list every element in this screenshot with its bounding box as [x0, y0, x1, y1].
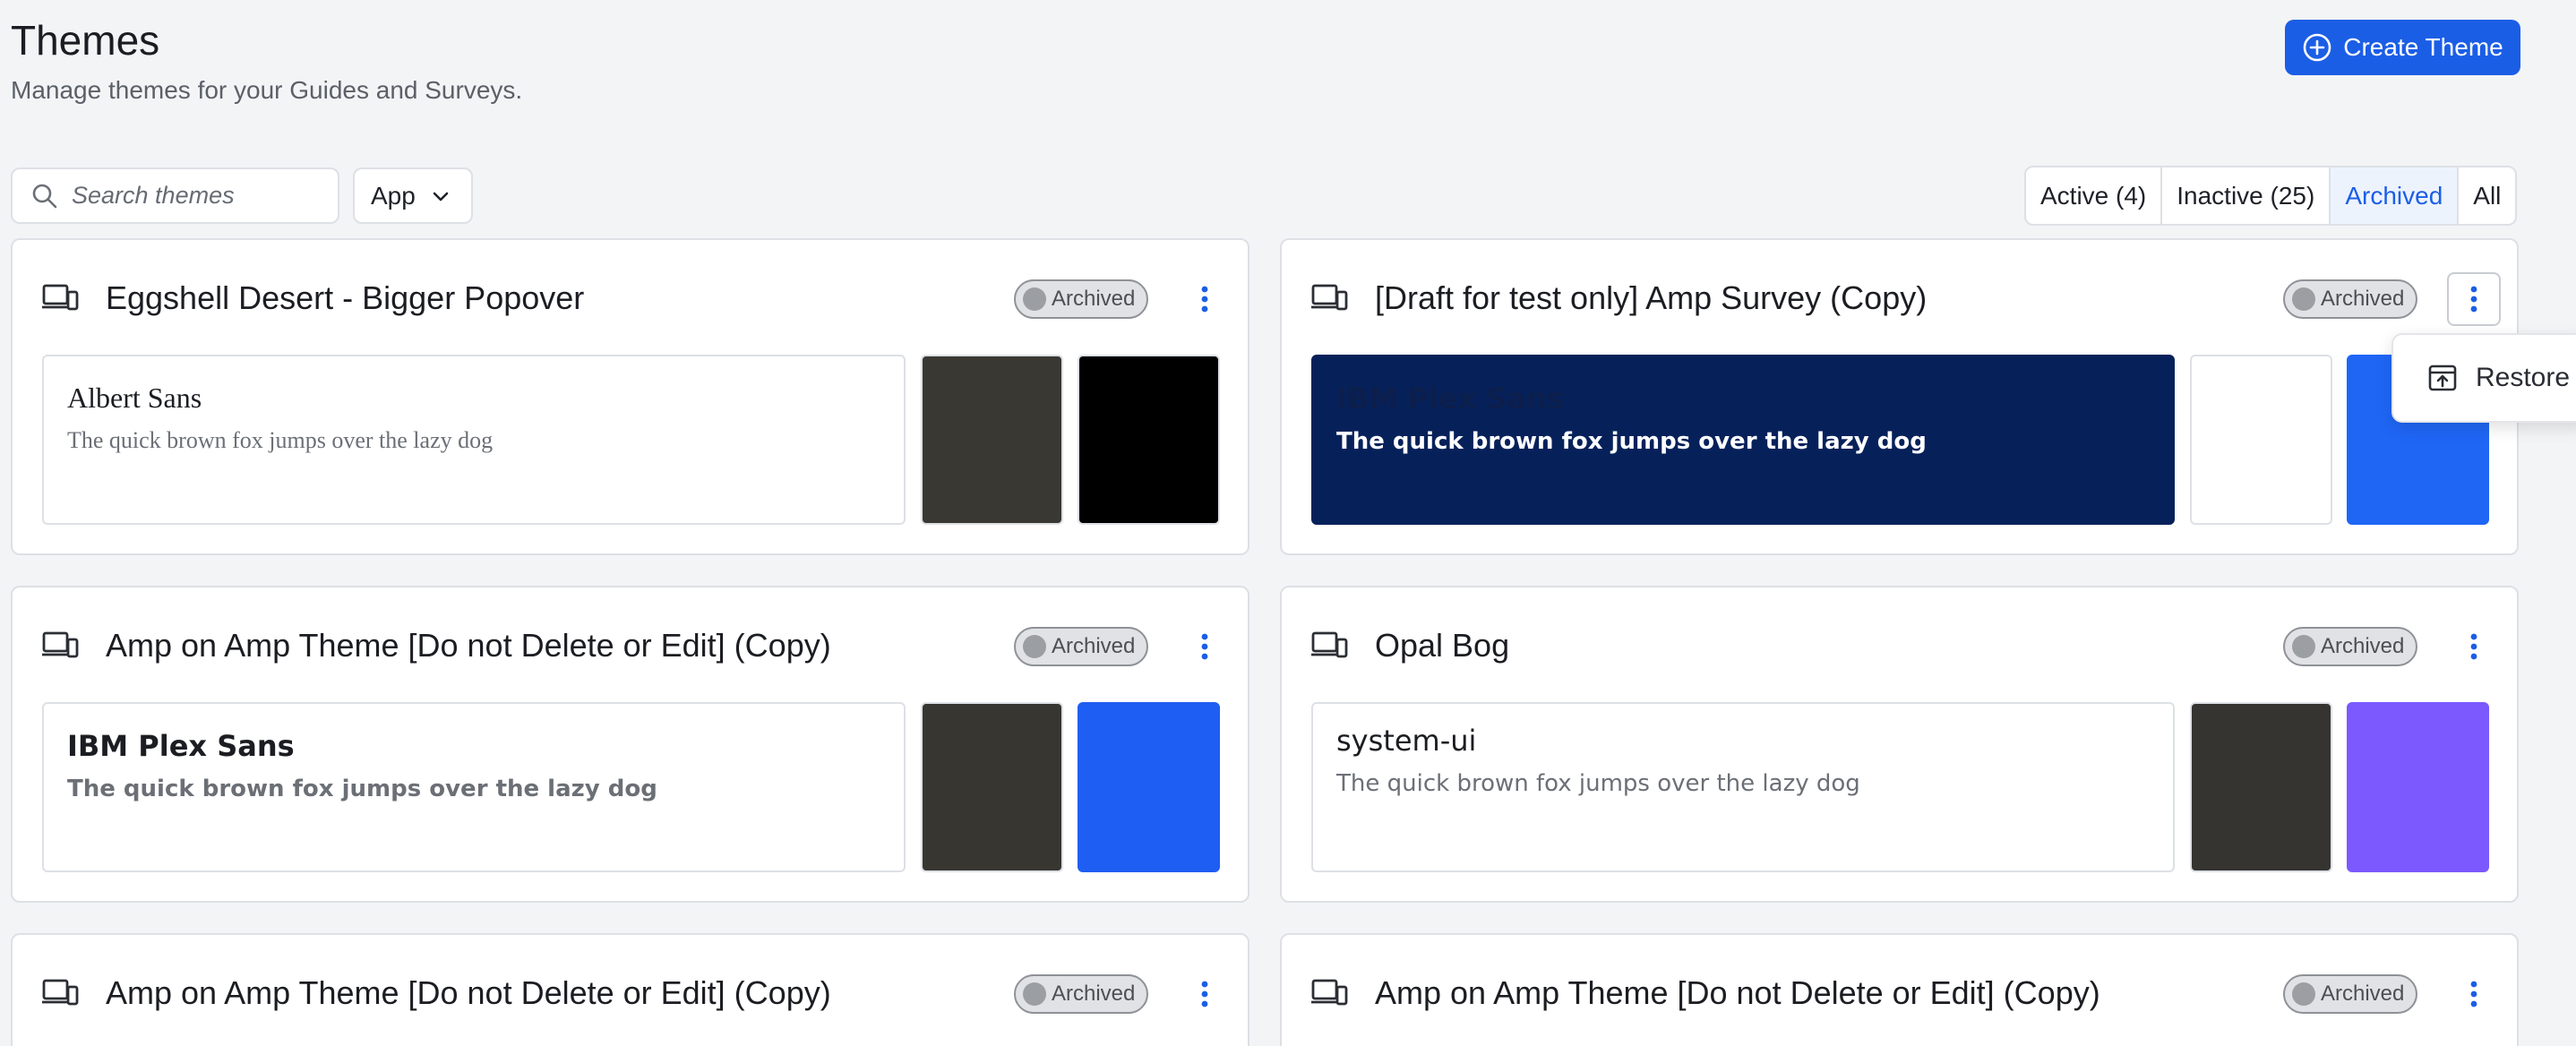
devices-icon	[1311, 631, 1348, 658]
status-filter-group: Active (4) Inactive (25) Archived All	[2024, 166, 2518, 226]
restore-label: Restore	[2476, 363, 2571, 392]
kebab-menu-icon	[1201, 633, 1208, 660]
more-options-button[interactable]	[1178, 620, 1232, 673]
status-badge-label: Archived	[1052, 982, 1136, 1006]
theme-card[interactable]: Amp on Amp Theme [Do not Delete or Edit]…	[11, 586, 1249, 903]
create-theme-button[interactable]: Create Theme	[2285, 20, 2520, 75]
search-icon	[32, 184, 57, 208]
status-badge: Archived	[2283, 279, 2417, 319]
status-badge: Archived	[1014, 279, 1148, 319]
kebab-menu-icon	[1201, 286, 1208, 313]
color-swatch	[2190, 355, 2332, 525]
theme-card[interactable]: [Draft for test only] Amp Survey (Copy) …	[1280, 238, 2519, 555]
status-badge-label: Archived	[1052, 634, 1136, 658]
page-title: Themes	[11, 17, 160, 64]
font-name: system-ui	[1336, 724, 1477, 758]
font-preview: IBM Plex Sans The quick brown fox jumps …	[1311, 355, 2175, 525]
status-badge-label: Archived	[2321, 287, 2405, 311]
search-box[interactable]	[11, 167, 339, 224]
status-dot-icon	[1023, 635, 1046, 658]
sample-text: The quick brown fox jumps over the lazy …	[67, 776, 657, 802]
theme-title: Amp on Amp Theme [Do not Delete or Edit]…	[106, 627, 831, 664]
status-badge: Archived	[1014, 974, 1148, 1014]
color-swatch	[921, 702, 1063, 872]
theme-card[interactable]: Amp on Amp Theme [Do not Delete or Edit]…	[11, 933, 1249, 1046]
sample-text: The quick brown fox jumps over the lazy …	[67, 427, 494, 453]
kebab-menu-icon	[2470, 286, 2477, 313]
theme-card[interactable]: Opal Bog Archived system-ui The quick br…	[1280, 586, 2519, 903]
status-dot-icon	[2292, 287, 2315, 311]
status-badge: Archived	[2283, 627, 2417, 666]
theme-title: Eggshell Desert - Bigger Popover	[106, 279, 585, 316]
devices-icon	[1311, 284, 1348, 311]
page-subtitle: Manage themes for your Guides and Survey…	[11, 76, 523, 105]
font-preview: IBM Plex Sans The quick brown fox jumps …	[42, 702, 906, 872]
filter-archived[interactable]: Archived	[2331, 167, 2460, 224]
devices-icon	[42, 979, 79, 1006]
status-badge: Archived	[2283, 974, 2417, 1014]
font-preview: Albert Sans The quick brown fox jumps ov…	[42, 355, 906, 525]
theme-title: Amp on Amp Theme [Do not Delete or Edit]…	[106, 974, 831, 1011]
filter-inactive[interactable]: Inactive (25)	[2162, 167, 2331, 224]
color-swatch	[921, 355, 1063, 525]
filter-active[interactable]: Active (4)	[2026, 167, 2163, 224]
devices-icon	[1311, 979, 1348, 1006]
theme-title: Amp on Amp Theme [Do not Delete or Edit]…	[1375, 974, 2100, 1011]
more-options-button[interactable]	[1178, 967, 1232, 1021]
more-options-button[interactable]	[2447, 620, 2501, 673]
app-select-value: App	[371, 181, 416, 210]
search-input[interactable]	[72, 182, 331, 210]
status-badge-label: Archived	[2321, 982, 2405, 1006]
font-name: Albert Sans	[67, 382, 202, 414]
restore-menu-item[interactable]: Restore	[2391, 333, 2576, 423]
color-swatch	[1078, 355, 1220, 525]
status-badge-label: Archived	[1052, 287, 1136, 311]
color-swatch	[2347, 702, 2489, 872]
page-header: Themes Manage themes for your Guides and…	[11, 16, 522, 105]
chevron-down-icon	[433, 192, 449, 201]
theme-card[interactable]: Amp on Amp Theme [Do not Delete or Edit]…	[1280, 933, 2519, 1046]
status-badge-label: Archived	[2321, 634, 2405, 658]
archive-restore-icon	[2428, 364, 2457, 391]
color-swatch	[1078, 702, 1220, 872]
more-options-button[interactable]	[2447, 967, 2501, 1021]
kebab-menu-icon	[2470, 633, 2477, 660]
status-dot-icon	[2292, 982, 2315, 1006]
font-preview: system-ui The quick brown fox jumps over…	[1311, 702, 2175, 872]
theme-card[interactable]: Eggshell Desert - Bigger Popover Archive…	[11, 238, 1249, 555]
kebab-menu-icon	[1201, 981, 1208, 1007]
font-name: IBM Plex Sans	[67, 729, 295, 763]
sample-text: The quick brown fox jumps over the lazy …	[1336, 770, 1860, 797]
theme-title: Opal Bog	[1375, 627, 1510, 664]
status-dot-icon	[2292, 635, 2315, 658]
create-theme-label: Create Theme	[2343, 33, 2503, 61]
devices-icon	[42, 284, 79, 311]
filter-all[interactable]: All	[2459, 167, 2515, 224]
more-options-button[interactable]	[1178, 272, 1232, 326]
devices-icon	[42, 631, 79, 658]
app-select[interactable]: App	[353, 167, 473, 224]
status-badge: Archived	[1014, 627, 1148, 666]
plus-circle-icon	[2303, 33, 2331, 62]
status-dot-icon	[1023, 982, 1046, 1006]
more-options-button[interactable]	[2447, 272, 2501, 326]
color-swatch	[2190, 702, 2332, 872]
theme-title: [Draft for test only] Amp Survey (Copy)	[1375, 279, 1928, 316]
status-dot-icon	[1023, 287, 1046, 311]
kebab-menu-icon	[2470, 981, 2477, 1007]
sample-text: The quick brown fox jumps over the lazy …	[1336, 428, 1927, 455]
font-name: IBM Plex Sans	[1336, 382, 1564, 416]
